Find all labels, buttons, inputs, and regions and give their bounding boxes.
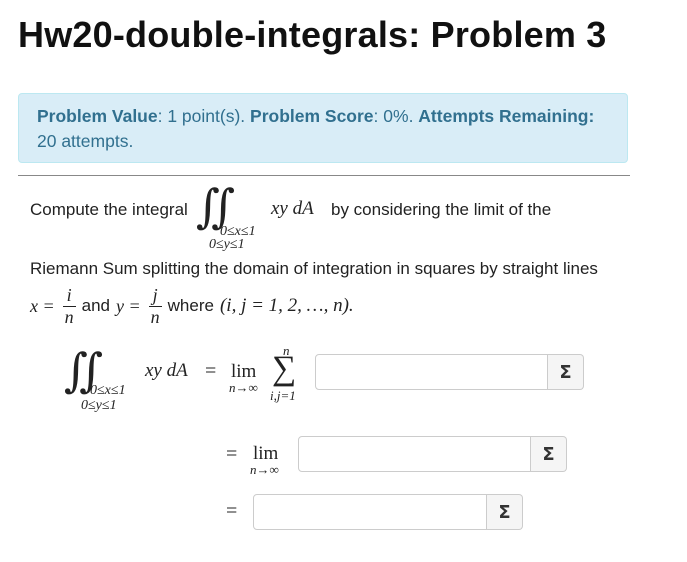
fraction-j-over-n: j n	[148, 284, 162, 328]
equation-editor-button-1[interactable]: Σ	[548, 354, 584, 390]
fraction-denominator: n	[150, 306, 160, 327]
fraction-i-over-n: i n	[62, 284, 76, 328]
answer-input-3[interactable]	[253, 494, 487, 530]
problem-score-text: : 0%.	[373, 106, 419, 126]
divider	[18, 175, 630, 176]
index-range: (i, j = 1, 2, …, n).	[219, 295, 354, 316]
x-equals: x =	[30, 295, 55, 316]
equals-sign: =	[226, 500, 238, 522]
intro-text: Compute the integral	[30, 200, 188, 219]
integrand: xy dA	[271, 198, 314, 219]
problem-score-label: Problem Score	[250, 106, 374, 126]
sigma-icon: Σ	[498, 501, 511, 523]
and-text: and	[81, 296, 111, 315]
fraction-denominator: n	[64, 306, 74, 327]
problem-value-label: Problem Value	[37, 106, 158, 126]
problem-value-text: : 1 point(s).	[157, 106, 251, 126]
display-bound-x: 0≤x≤1	[90, 383, 126, 398]
by-considering-text: by considering the limit of the	[331, 200, 552, 219]
where-text: where	[167, 296, 214, 315]
sigma-icon: Σ	[542, 443, 555, 465]
sigma-icon: Σ	[559, 361, 572, 383]
equals-sign: =	[205, 360, 217, 382]
display-bound-y: 0≤y≤1	[81, 398, 117, 413]
fraction-numerator: j	[152, 284, 158, 305]
equation-editor-button-2[interactable]: Σ	[531, 436, 567, 472]
grid-lines-definition: x = i n and y = j n where (i, j = 1, 2, …	[30, 282, 354, 330]
equation-editor-button-3[interactable]: Σ	[487, 494, 523, 530]
display-integrand: xy dA	[145, 360, 188, 381]
y-equals: y =	[116, 295, 141, 316]
sum-lower-limit: i,j=1	[270, 388, 296, 403]
limit-subscript: n→∞	[229, 380, 258, 395]
riemann-text: Riemann Sum splitting the domain of inte…	[30, 259, 598, 278]
problem-info-box: Problem Value: 1 point(s). Problem Score…	[18, 93, 628, 163]
equals-sign: =	[226, 443, 238, 465]
integral-bound-y: 0≤y≤1	[209, 237, 245, 252]
limit-subscript: n→∞	[250, 462, 279, 477]
page-title: Hw20-double-integrals: Problem 3	[18, 14, 607, 55]
answer-input-2[interactable]	[298, 436, 531, 472]
attempts-text: 20 attempts.	[37, 131, 134, 151]
attempts-label: Attempts Remaining:	[418, 106, 595, 126]
summation-sign: ∑	[272, 350, 297, 387]
fraction-numerator: i	[66, 284, 72, 305]
answer-input-1[interactable]	[315, 354, 548, 390]
